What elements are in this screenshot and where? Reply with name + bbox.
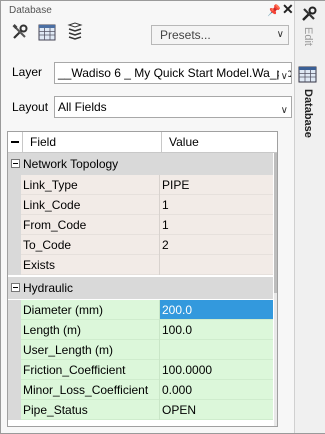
layer-value: __Wadiso 6 _ My Quick Start Model.Wa_pip…: [58, 66, 292, 80]
layer-select[interactable]: __Wadiso 6 _ My Quick Start Model.Wa_pip…: [54, 62, 292, 84]
table-icon[interactable]: [36, 21, 58, 43]
field-name: Minor_Loss_Coefficient: [21, 380, 159, 400]
grid-header: Field Value: [8, 132, 277, 153]
vertical-scrollbar[interactable]: [274, 153, 277, 426]
collapse-icon[interactable]: [11, 159, 20, 168]
tools-icon[interactable]: [300, 5, 318, 26]
property-grid: Field Value Network Topology Link_Type P…: [7, 131, 278, 427]
field-value-selected[interactable]: 200.0: [160, 300, 273, 320]
category-label: Network Topology: [23, 157, 119, 171]
pin-icon[interactable]: 📌: [267, 4, 281, 17]
field-value[interactable]: 0.000: [160, 380, 273, 400]
side-tab-strip: Edit Database: [294, 1, 325, 433]
table-row[interactable]: User_Length (m): [8, 340, 273, 360]
table-icon[interactable]: [298, 66, 317, 86]
scrollbar-thumb[interactable]: [274, 153, 277, 293]
table-row[interactable]: Minor_Loss_Coefficient 0.000: [8, 380, 273, 400]
field-name: From_Code: [21, 215, 159, 235]
tools-icon[interactable]: [9, 21, 31, 43]
field-name: Exists: [21, 255, 159, 275]
field-name: User_Length (m): [21, 340, 159, 360]
table-row[interactable]: Link_Code 1: [8, 195, 273, 215]
table-row[interactable]: To_Code 2: [8, 235, 273, 255]
tab-edit[interactable]: Edit: [302, 27, 314, 46]
table-row[interactable]: Length (m) 100.0: [8, 320, 273, 340]
category-label: Hydraulic: [23, 281, 74, 295]
chevron-down-icon: ∨: [280, 105, 288, 116]
presets-dropdown[interactable]: Presets... ∨: [151, 25, 289, 45]
presets-label: Presets...: [160, 28, 211, 42]
tab-database[interactable]: Database: [302, 89, 314, 138]
field-name: Link_Code: [21, 195, 159, 215]
field-value[interactable]: PIPE: [160, 175, 273, 195]
category-hydraulic[interactable]: Hydraulic: [8, 277, 273, 299]
table-row[interactable]: Link_Type PIPE: [8, 175, 273, 195]
layer-label: Layer: [12, 65, 43, 79]
field-name: Friction_Coefficient: [21, 360, 159, 380]
collapse-all-icon[interactable]: [11, 141, 19, 143]
chevron-down-icon: ∨: [278, 67, 288, 83]
value-column-header[interactable]: Value: [169, 135, 199, 149]
field-name: Diameter (mm): [21, 300, 159, 320]
field-name: Length (m): [21, 320, 159, 340]
field-value[interactable]: [160, 255, 273, 275]
collapse-icon[interactable]: [11, 283, 20, 292]
table-row[interactable]: Diameter (mm) 200.0: [8, 300, 273, 320]
field-name: Pipe_Status: [21, 400, 159, 420]
category-network-topology[interactable]: Network Topology: [8, 153, 273, 175]
field-value[interactable]: 2: [160, 235, 273, 255]
close-icon[interactable]: ✕: [282, 2, 294, 16]
layout-label: Layout: [12, 100, 49, 114]
field-value[interactable]: 1: [160, 215, 273, 235]
stack-icon[interactable]: [64, 21, 86, 43]
field-column-header[interactable]: Field: [30, 135, 56, 149]
chevron-down-icon: ∨: [276, 29, 284, 40]
field-name: To_Code: [21, 235, 159, 255]
table-row[interactable]: From_Code 1: [8, 215, 273, 235]
field-value[interactable]: OPEN: [160, 400, 273, 420]
field-value[interactable]: 1: [160, 195, 273, 215]
database-window: Database 📌 ✕ Presets... ∨ Layer __Wadiso…: [0, 0, 325, 434]
field-value[interactable]: 100.0000: [160, 360, 273, 380]
panel-title: Database: [9, 5, 52, 16]
field-value[interactable]: [160, 340, 273, 360]
table-row[interactable]: Pipe_Status OPEN: [8, 400, 273, 420]
field-name: Link_Type: [21, 175, 159, 195]
table-row[interactable]: Exists: [8, 255, 273, 275]
layout-value: All Fields: [58, 100, 107, 114]
layout-select[interactable]: All Fields ∨: [54, 96, 292, 118]
table-row[interactable]: Friction_Coefficient 100.0000: [8, 360, 273, 380]
database-panel: Database 📌 ✕ Presets... ∨ Layer __Wadiso…: [1, 1, 294, 433]
field-value[interactable]: 100.0: [160, 320, 273, 340]
